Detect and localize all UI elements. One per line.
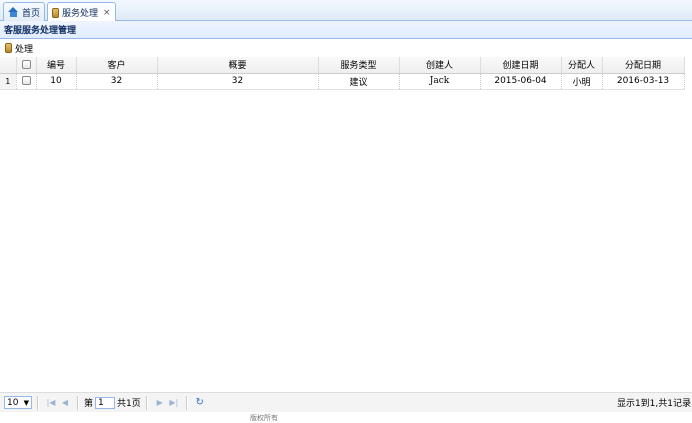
tab-home[interactable]: 首页 [3,2,46,21]
footer [0,412,692,419]
column-header-creator[interactable]: 创建人 [399,57,481,74]
last-page-button[interactable]: ▶| [167,396,181,410]
process-button[interactable]: 处理 [5,42,33,55]
panel-title: 客服服务处理管理 [4,26,77,36]
tab-bar: 首页 服务处理 × [0,0,692,22]
chevron-down-icon: ▼ [23,398,29,407]
pager-divider [37,395,39,410]
cell-summary: 32 [157,73,319,90]
first-page-icon: |◀ [46,398,56,407]
cell-id: 10 [36,73,77,90]
cell-service-type: 建议 [318,73,400,90]
cell-create-date: 2015-06-04 [480,73,562,90]
next-page-icon: ▶ [156,398,163,407]
process-icon [5,43,12,53]
cell-customer: 32 [76,73,158,90]
process-button-label: 处理 [15,44,34,55]
column-header-id[interactable]: 编号 [36,57,77,74]
toolbar: 处理 [0,39,692,57]
pagination-bar: 10 ▼ |◀ ◀ 第 共1页 ▶ ▶| ↻ 显示1到1,共1记录 [0,392,692,412]
panel-header: 客服服务处理管理 [0,21,692,39]
jar-icon [52,7,59,18]
pager-divider [185,395,188,410]
column-header-summary[interactable]: 概要 [157,57,319,74]
tab-service-processing-label: 服务处理 [62,9,99,19]
data-grid: 编号 客户 概要 服务类型 创建人 创建日期 分配人 分配日期 1 10 32 … [0,57,692,90]
cell-assign-date: 2016-03-13 [602,73,685,90]
prev-page-button[interactable]: ◀ [58,396,72,410]
page-size-value: 10 [7,397,19,408]
page-size-select[interactable]: 10 ▼ [4,396,32,409]
cell-assignee: 小明 [561,73,603,90]
column-header-customer[interactable]: 客户 [76,57,158,74]
first-page-button[interactable]: |◀ [44,396,58,410]
pager-info: 显示1到1,共1记录 [616,399,691,409]
pager-divider [77,395,79,410]
tab-home-label: 首页 [22,8,41,19]
table-row[interactable]: 1 10 32 32 建议 Jack 2015-06-04 小明 2016-03… [0,73,685,90]
grid-header-row: 编号 客户 概要 服务类型 创建人 创建日期 分配人 分配日期 [0,57,685,74]
column-header-assign-date[interactable]: 分配日期 [602,57,685,74]
column-header-service-type[interactable]: 服务类型 [318,57,400,74]
pager-divider [145,395,148,410]
home-icon [8,7,19,17]
select-all-checkbox-cell[interactable] [16,57,37,74]
close-icon[interactable]: × [103,8,111,18]
prev-page-icon: ◀ [61,398,69,407]
select-all-checkbox[interactable] [21,59,31,69]
row-number: 1 [0,73,17,90]
tab-service-processing[interactable]: 服务处理 × [47,2,116,22]
page-total: 共1页 [117,399,141,409]
row-checkbox-cell[interactable] [16,73,37,90]
row-checkbox[interactable] [21,76,31,85]
rownum-header [0,57,17,74]
page-prefix: 第 [84,399,94,409]
last-page-icon: ▶| [169,398,179,407]
column-header-assignee[interactable]: 分配人 [561,57,603,74]
refresh-button[interactable]: ↻ [193,396,207,410]
next-page-button[interactable]: ▶ [153,396,167,410]
cell-creator: Jack [399,73,481,90]
footer-text: 版权所有 [250,414,278,422]
refresh-icon: ↻ [195,397,204,408]
page-number-input[interactable] [95,396,116,409]
column-header-create-date[interactable]: 创建日期 [480,57,562,74]
